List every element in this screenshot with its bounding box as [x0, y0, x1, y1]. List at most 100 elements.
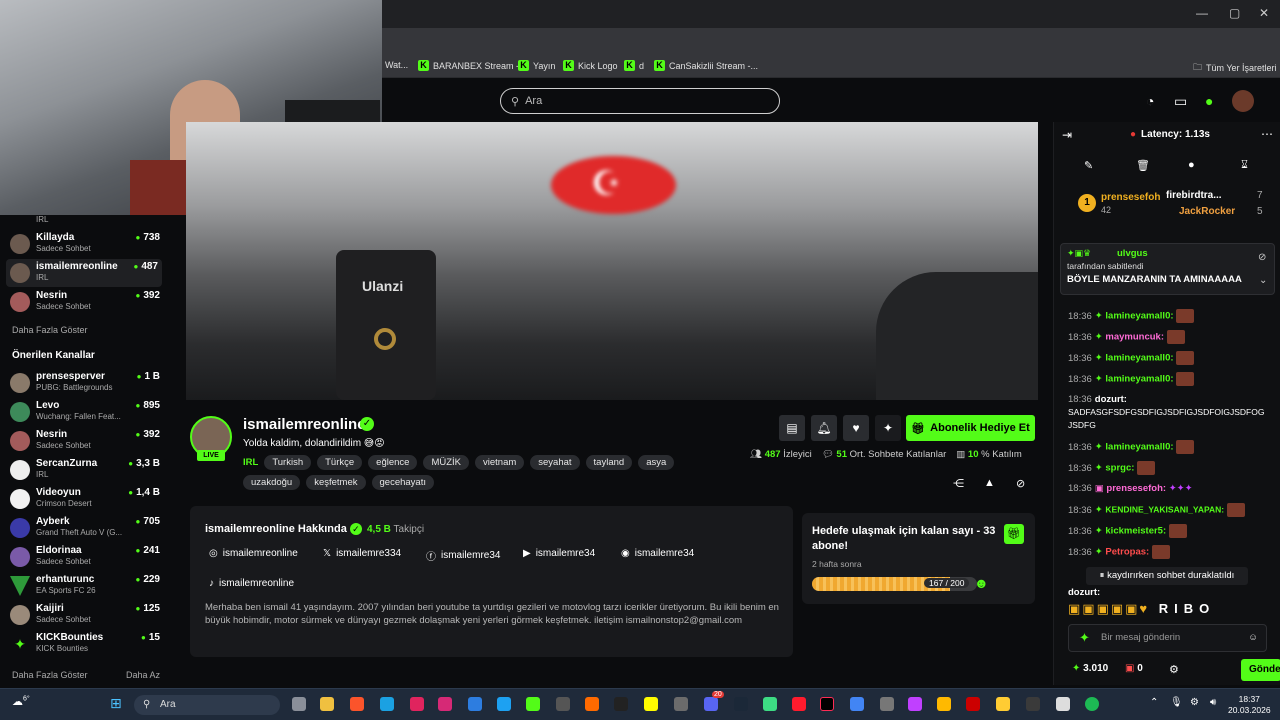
clock-icon[interactable]: ◔ — [1146, 93, 1154, 109]
mic-icon[interactable]: 🎙︎ — [1170, 697, 1183, 708]
collapse-chat-icon[interactable]: ⇥ — [1062, 128, 1072, 142]
tv-icon[interactable]: ▭ — [1174, 93, 1187, 110]
sidebar-item-nesrin[interactable]: Nesrin Sadece Sohbet 392 — [10, 288, 160, 316]
discord-link[interactable]: ◉ ismailemre34 — [621, 548, 694, 559]
app-icon[interactable] — [674, 697, 688, 711]
tag[interactable]: vietnam — [475, 455, 525, 470]
tag[interactable]: Turkish — [264, 455, 312, 470]
tiktok-link[interactable]: ♪ ismailemreonline — [209, 578, 294, 589]
sidebar-item-eldorinaa[interactable]: Eldorinaa Sadece Sohbet 241 — [10, 543, 160, 571]
bookmark-item[interactable]: K CanSakizlii Stream -... — [654, 60, 758, 71]
channel-name[interactable]: ismailemreonline — [243, 416, 366, 433]
user-avatar[interactable] — [1232, 90, 1254, 112]
bookmark-item[interactable]: Kd — [624, 60, 644, 71]
steam-icon[interactable] — [734, 697, 748, 711]
kick-app-icon[interactable] — [526, 697, 540, 711]
emoji-icon[interactable]: ☺ — [1248, 625, 1258, 651]
x-link[interactable]: 𝕏ismailemre334 — [323, 548, 401, 559]
all-bookmarks[interactable]: 🗀 Tüm Yer İşaretleri — [1193, 60, 1277, 76]
chrome-icon[interactable] — [850, 697, 864, 711]
chevron-down-icon[interactable]: ⌄ — [1259, 275, 1267, 286]
snapchat-icon[interactable] — [644, 697, 658, 711]
tag[interactable]: keşfetmek — [306, 475, 366, 490]
sidebar-item-kaijiri[interactable]: Kaijiri Sadece Sohbet 125 — [10, 601, 160, 629]
tag[interactable]: gecehayatı — [371, 475, 434, 490]
discord-app-icon[interactable] — [704, 697, 718, 711]
epic-games-icon[interactable] — [614, 697, 628, 711]
send-button[interactable]: Gönder — [1241, 659, 1280, 681]
unpin-icon[interactable]: ⊘ — [1258, 252, 1266, 263]
instagram-link[interactable]: ◎ ismailemreonline — [209, 548, 298, 559]
settings-icon[interactable]: ⚙ — [1190, 697, 1199, 708]
pinned-message[interactable]: ✦▣♛ ulvgus tarafından sabitlendi BÖYLE M… — [1060, 243, 1275, 295]
bookmark-item[interactable]: K Yayın — [518, 60, 555, 71]
channel-points[interactable]: ✦ 3.010 ▣ 0 — [1072, 663, 1143, 674]
gift-icon[interactable]: 🎁︎ — [1004, 524, 1024, 544]
facebook-link[interactable]: ⓕ ismailemre34 — [426, 548, 500, 563]
trash-icon[interactable]: 🗑︎ — [1136, 159, 1150, 172]
file-explorer-icon[interactable] — [320, 697, 334, 711]
gift-subscription-button[interactable]: 🎁︎ Abonelik Hediye Et — [906, 415, 1035, 441]
windows-start-icon[interactable]: ⊞ — [110, 695, 122, 712]
chevron-up-icon[interactable]: ⌃ — [1150, 697, 1158, 708]
app-icon[interactable] — [880, 697, 894, 711]
spotify-icon[interactable] — [1085, 697, 1099, 711]
sidebar-item-levo[interactable]: Levo Wuchang: Fallen Feat... 895 — [10, 398, 160, 426]
copilot-icon[interactable] — [908, 697, 922, 711]
clip-button[interactable]: ▤ — [779, 415, 805, 441]
app-icon[interactable] — [937, 697, 951, 711]
tag[interactable]: uzakdoğu — [243, 475, 301, 490]
tag[interactable]: asya — [638, 455, 675, 470]
task-view-icon[interactable] — [292, 697, 306, 711]
yandex-icon[interactable] — [996, 697, 1010, 711]
sidebar-item-ismailemreonline[interactable]: ismailemreonline IRL 487 — [6, 259, 162, 287]
mcafee-icon[interactable] — [966, 697, 980, 711]
category-link[interactable]: IRL — [243, 455, 258, 470]
store-icon[interactable] — [468, 697, 482, 711]
close-icon[interactable]: ✕ — [1259, 6, 1269, 20]
tag[interactable]: MÜZİK — [423, 455, 469, 470]
sidebar-item-nesrin-recommended[interactable]: Nesrin Sadece Sohbet 392 — [10, 427, 160, 455]
tiktok-app-icon[interactable] — [820, 697, 834, 711]
maximize-icon[interactable]: ▢ — [1229, 6, 1240, 20]
share-icon[interactable]: ⋲ — [953, 477, 964, 490]
tag[interactable]: Türkçe — [317, 455, 363, 470]
instagram-app-icon[interactable] — [438, 697, 452, 711]
volume-icon[interactable]: 🔊︎ — [1210, 697, 1216, 708]
show-more-recommended[interactable]: Daha Fazla Göster — [12, 670, 88, 680]
chat-paused-banner[interactable]: ⏸ kaydırırken sohbet duraklatıldı — [1086, 567, 1248, 585]
bookmark-item[interactable]: K BARANBEX Stream -... — [418, 60, 527, 71]
system-clock[interactable]: 18:37 20.03.2026 — [1228, 694, 1271, 716]
soundcloud-icon[interactable] — [585, 697, 599, 711]
sidebar-item-killayda[interactable]: Killayda Sadece Sohbet 738 — [10, 230, 160, 258]
report-icon[interactable]: ▲ — [984, 477, 995, 489]
chat-message-input[interactable]: ✦ Bir mesaj gönderin ☺ — [1068, 624, 1267, 652]
minimize-icon[interactable]: — — [1196, 6, 1208, 20]
opera-icon[interactable] — [792, 697, 806, 711]
hide-icon[interactable]: ⊘ — [1016, 477, 1025, 490]
chat-menu-icon[interactable]: ⋯ — [1261, 127, 1273, 141]
search-input[interactable]: ⚲ Ara — [500, 88, 780, 114]
youtube-link[interactable]: ▶ ismailemre34 — [523, 548, 595, 559]
twitter-app-icon[interactable] — [497, 697, 511, 711]
tag[interactable]: seyahat — [530, 455, 580, 470]
tag[interactable]: eğlence — [368, 455, 418, 470]
show-less-button[interactable]: Daha Az — [126, 670, 160, 680]
sidebar-item-videoyun[interactable]: Videoyun Crimson Desert 1,4 B — [10, 485, 160, 513]
taskbar-search[interactable]: ⚲ Ara — [134, 695, 280, 715]
tag[interactable]: tayland — [585, 455, 633, 470]
app-icon[interactable] — [1056, 697, 1070, 711]
edge-icon[interactable] — [380, 697, 394, 711]
settings-gear-icon[interactable]: ⚙ — [1169, 663, 1179, 676]
kick-logo-icon[interactable]: ● — [1205, 93, 1213, 109]
android-icon[interactable] — [763, 697, 777, 711]
brave-icon[interactable] — [350, 697, 364, 711]
follow-heart-button[interactable]: ♥ — [843, 415, 869, 441]
hourglass-icon[interactable]: ⌛︎ — [1241, 159, 1248, 172]
sidebar-item-prensesperver[interactable]: prensesperver PUBG: Battlegrounds 1 B — [10, 369, 160, 397]
show-more-following[interactable]: Daha Fazla Göster — [12, 325, 88, 335]
speedtest-icon[interactable] — [556, 697, 570, 711]
bookmark-item[interactable]: K Kick Logo — [563, 60, 618, 71]
sidebar-item-sercanzurna[interactable]: SercanZurna IRL 3,3 B — [10, 456, 160, 484]
sidebar-item-ayberk[interactable]: Ayberk Grand Theft Auto V (G... 705 — [10, 514, 160, 542]
